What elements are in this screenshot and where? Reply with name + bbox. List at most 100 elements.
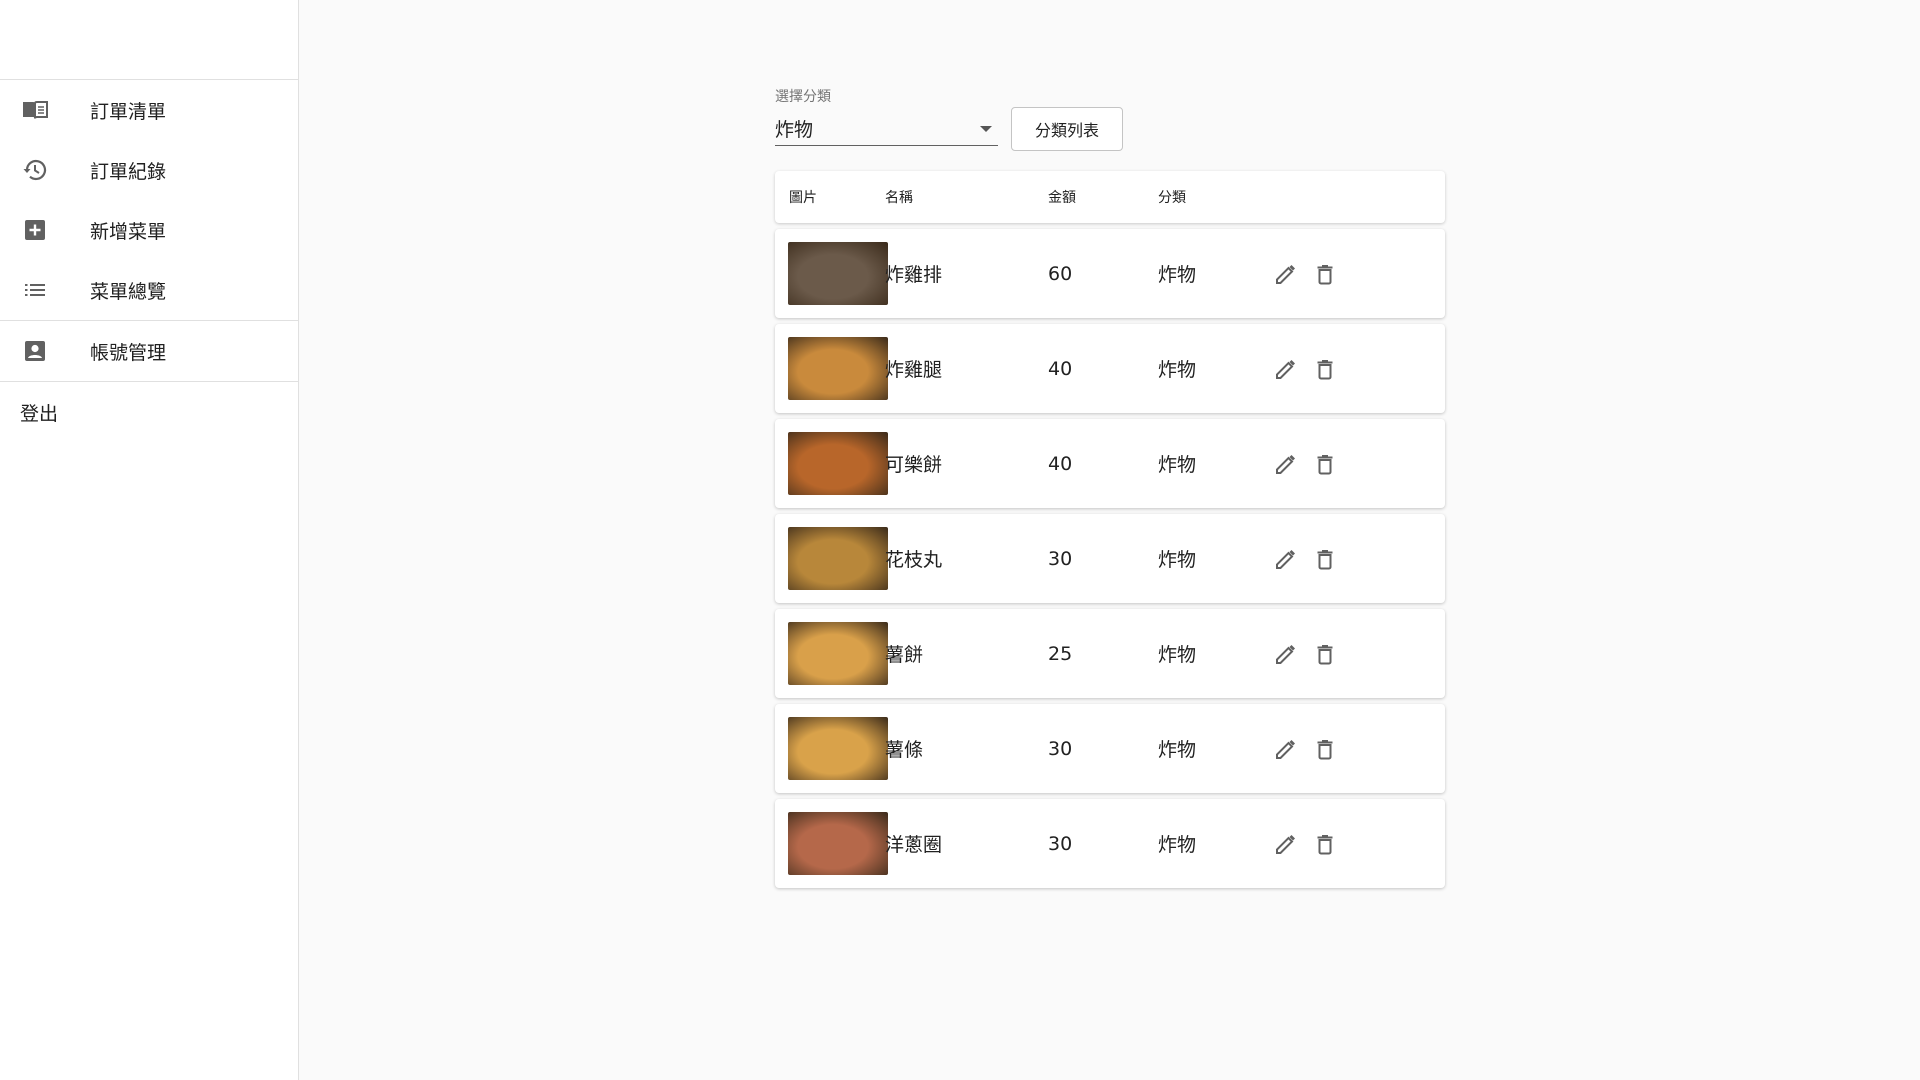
thumbnail-cell [775,622,888,685]
edit-button[interactable] [1271,259,1301,289]
item-category: 炸物 [1158,644,1197,666]
trash-icon [1317,549,1333,569]
category-select[interactable]: 選擇分類 炸物 [775,86,998,146]
sidebar-item-order-list[interactable]: 訂單清單 [0,80,298,140]
sidebar-item-label: 帳號管理 [90,341,167,364]
sidebar-item-label: 訂單紀錄 [90,160,167,183]
item-category: 炸物 [1158,454,1197,476]
thumbnail-cell [775,432,888,495]
food-thumbnail [788,242,888,305]
item-name: 可樂餅 [885,454,943,476]
category-list-button[interactable]: 分類列表 [1011,107,1123,151]
table-row: 薯條 30 炸物 [775,704,1445,793]
pencil-icon [1276,549,1295,569]
row-actions [1271,354,1445,384]
trash-icon [1317,834,1333,854]
pencil-icon [1276,644,1295,664]
header-price: 金額 [1048,190,1076,206]
edit-button[interactable] [1271,544,1301,574]
trash-icon [1317,454,1333,474]
edit-button[interactable] [1271,829,1301,859]
trash-icon [1317,359,1333,379]
pencil-icon [1276,739,1295,759]
food-thumbnail [788,432,888,495]
thumbnail-cell [775,717,888,780]
table-header: 圖片 名稱 金額 分類 [775,171,1445,223]
row-actions [1271,544,1445,574]
delete-button[interactable] [1310,449,1340,479]
sidebar-item-order-history[interactable]: 訂單紀錄 [0,140,298,200]
sidebar-item-add-menu[interactable]: 新增菜單 [0,200,298,260]
food-thumbnail [788,812,888,875]
list-icon [20,275,50,305]
menu-book-icon [20,95,50,125]
table-row: 薯餅 25 炸物 [775,609,1445,698]
pencil-icon [1276,359,1295,379]
thumbnail-cell [775,527,888,590]
item-name: 薯條 [885,739,924,761]
food-thumbnail [788,337,888,400]
delete-button[interactable] [1310,544,1340,574]
food-thumbnail [788,717,888,780]
menu-table-body: 炸雞排 60 炸物 炸雞腿 40 炸物 可樂餅 40 炸物 花枝丸 30 炸物 … [775,229,1445,888]
sidebar-item-label: 新增菜單 [90,220,167,243]
delete-button[interactable] [1310,639,1340,669]
item-category: 炸物 [1158,264,1197,286]
item-category: 炸物 [1158,549,1197,571]
add-box-icon [20,215,50,245]
delete-button[interactable] [1310,354,1340,384]
pencil-icon [1276,264,1295,284]
item-price: 25 [1048,642,1073,665]
delete-button[interactable] [1310,259,1340,289]
item-name: 薯餅 [885,644,924,666]
item-category: 炸物 [1158,739,1197,761]
trash-icon [1317,739,1333,759]
table-row: 炸雞腿 40 炸物 [775,324,1445,413]
row-actions [1271,449,1445,479]
thumbnail-cell [775,812,888,875]
pencil-icon [1276,454,1295,474]
sidebar-item-menu-overview[interactable]: 菜單總覽 [0,260,298,320]
header-image: 圖片 [789,190,817,206]
item-name: 花枝丸 [885,549,943,571]
header-category: 分類 [1158,190,1186,206]
edit-button[interactable] [1271,639,1301,669]
sidebar-nav: 訂單清單 訂單紀錄 新增菜單 菜單總覽 [0,80,298,320]
item-price: 40 [1048,357,1073,380]
pencil-icon [1276,834,1295,854]
edit-button[interactable] [1271,354,1301,384]
thumbnail-cell [775,242,888,305]
food-thumbnail [788,622,888,685]
food-thumbnail [788,527,888,590]
history-icon [20,155,50,185]
header-name: 名稱 [885,190,913,206]
table-row: 洋蔥圈 30 炸物 [775,799,1445,888]
thumbnail-cell [775,337,888,400]
row-actions [1271,259,1445,289]
category-select-value: 炸物 [775,119,814,141]
sidebar-item-label: 訂單清單 [90,100,167,123]
table-row: 炸雞排 60 炸物 [775,229,1445,318]
logout-link[interactable]: 登出 [0,382,298,442]
item-category: 炸物 [1158,359,1197,381]
trash-icon [1317,264,1333,284]
item-price: 30 [1048,737,1073,760]
row-actions [1271,734,1445,764]
table-row: 可樂餅 40 炸物 [775,419,1445,508]
edit-button[interactable] [1271,734,1301,764]
filter-bar: 選擇分類 炸物 分類列表 [775,76,1445,151]
category-select-label: 選擇分類 [775,89,831,105]
delete-button[interactable] [1310,734,1340,764]
item-category: 炸物 [1158,834,1197,856]
row-actions [1271,639,1445,669]
trash-icon [1317,644,1333,664]
delete-button[interactable] [1310,829,1340,859]
sidebar-item-account-management[interactable]: 帳號管理 [0,321,298,381]
item-price: 60 [1048,262,1073,285]
sidebar-header [0,0,298,80]
edit-button[interactable] [1271,449,1301,479]
category-select-field[interactable]: 炸物 [775,112,998,146]
item-name: 炸雞腿 [885,359,943,381]
chevron-down-icon [980,125,992,132]
item-name: 炸雞排 [885,264,943,286]
